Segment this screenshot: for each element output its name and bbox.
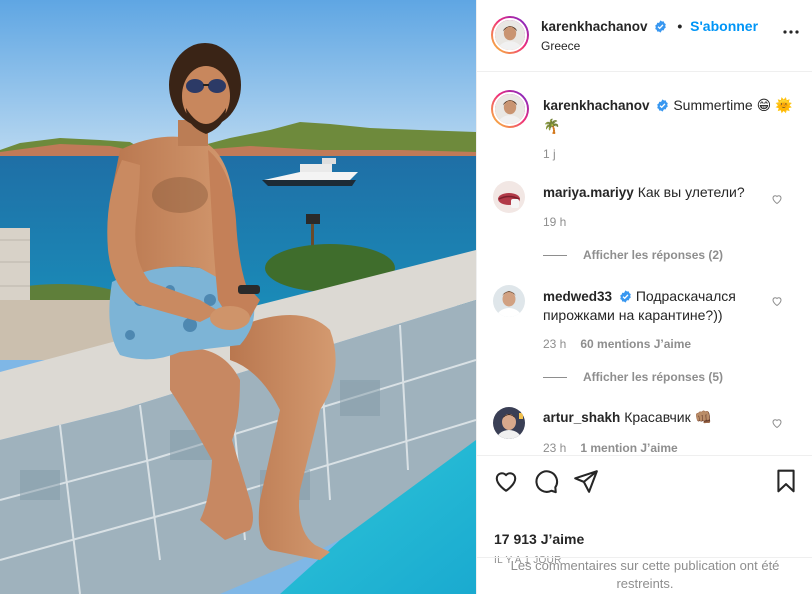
comment-likes[interactable]: 1 mention J’aime <box>580 441 677 454</box>
author-avatar[interactable] <box>491 16 529 54</box>
comment-author[interactable]: artur_shakh <box>543 410 620 425</box>
comment-meta: 23 h 60 mentions J’aime <box>543 337 691 351</box>
comments-restricted-box: Les commentaires sur cette publication o… <box>477 557 812 594</box>
header-line: karenkhachanov • S'abonner <box>541 18 758 34</box>
comment-icon[interactable] <box>533 468 559 494</box>
share-icon[interactable] <box>573 468 599 494</box>
commenter-avatar[interactable] <box>493 407 525 439</box>
caption-time[interactable]: 1 j <box>543 147 556 161</box>
author-username[interactable]: karenkhachanov <box>541 19 648 34</box>
comments-list[interactable]: karenkhachanov Summertime 😁 🌞🌴 1 j mariy… <box>477 73 812 454</box>
comment-text: Как вы улетели? <box>637 184 745 200</box>
comment-like-heart-icon[interactable] <box>771 295 783 307</box>
comment: mariya.mariyy Как вы улетели? <box>543 183 771 202</box>
like-count[interactable]: 17 913 J’aime <box>494 531 584 547</box>
comment-meta: 19 h <box>543 215 566 229</box>
post-side-panel: karenkhachanov • S'abonner Greece karenk… <box>476 0 812 594</box>
comment: medwed33 Подраскачался пирожками на кара… <box>543 287 771 325</box>
caption-author[interactable]: karenkhachanov <box>543 98 650 113</box>
caption: karenkhachanov Summertime 😁 🌞🌴 <box>543 95 793 136</box>
comment-time[interactable]: 23 h <box>543 337 566 351</box>
comment-time[interactable]: 23 h <box>543 441 566 454</box>
comment-author[interactable]: medwed33 <box>543 289 612 304</box>
view-replies-button[interactable]: Afficher les réponses (2) <box>543 248 723 262</box>
bookmark-icon[interactable] <box>773 468 799 494</box>
view-replies-label: Afficher les réponses (5) <box>583 370 724 384</box>
comment-author[interactable]: mariya.mariyy <box>543 185 634 200</box>
verified-badge-icon <box>620 290 631 303</box>
separator-dot: • <box>677 18 683 34</box>
comment-like-heart-icon[interactable] <box>771 417 783 429</box>
commenter-avatar[interactable] <box>493 181 525 213</box>
comment-like-heart-icon[interactable] <box>771 193 783 205</box>
post-location[interactable]: Greece <box>541 39 580 53</box>
comment-likes[interactable]: 60 mentions J’aime <box>580 337 691 351</box>
caption-author-avatar[interactable] <box>491 90 529 128</box>
replies-divider-line <box>543 377 567 379</box>
comment: artur_shakh Красавчик 👊🏽 <box>543 408 771 427</box>
post-actions: 17 913 J’aime IL Y A 1 JOUR Les commenta… <box>477 455 812 594</box>
more-icon[interactable] <box>783 30 799 34</box>
view-replies-button[interactable]: Afficher les réponses (5) <box>543 370 723 384</box>
heart-icon[interactable] <box>493 468 519 494</box>
replies-divider-line <box>543 255 567 257</box>
verified-badge-icon <box>657 99 669 112</box>
verified-badge-icon <box>655 20 667 33</box>
follow-button[interactable]: S'abonner <box>690 18 758 34</box>
post-header: karenkhachanov • S'abonner Greece <box>477 0 812 72</box>
comments-restricted-notice: Les commentaires sur cette publication o… <box>510 558 780 591</box>
view-replies-label: Afficher les réponses (2) <box>583 248 724 262</box>
post-photo[interactable] <box>0 0 476 594</box>
comment-meta: 23 h 1 mention J’aime <box>543 441 678 454</box>
commenter-avatar[interactable] <box>493 285 525 317</box>
comment-time[interactable]: 19 h <box>543 215 566 229</box>
comment-text: Красавчик 👊🏽 <box>624 409 713 425</box>
